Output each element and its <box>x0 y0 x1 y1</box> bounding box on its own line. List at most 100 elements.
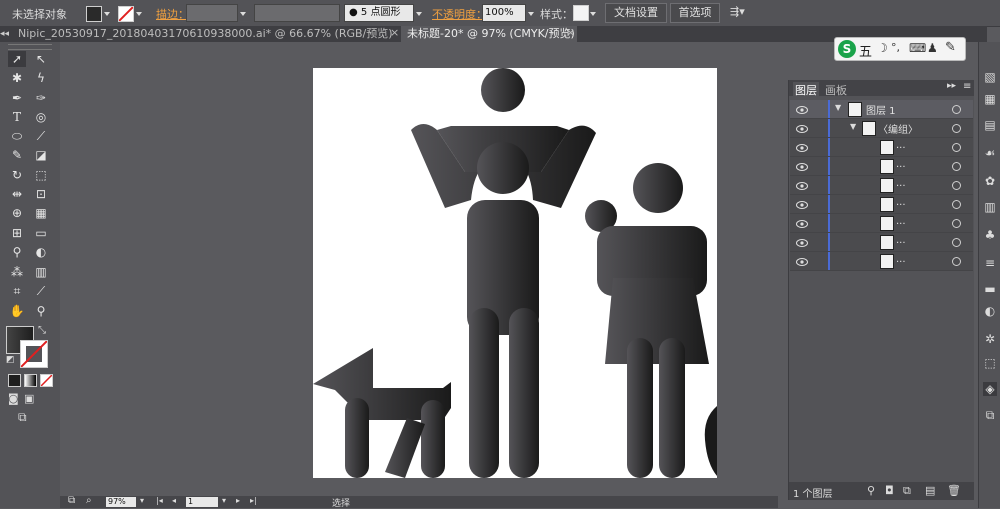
spiral-tool-icon[interactable]: ◎ <box>32 109 50 125</box>
visibility-eye-icon[interactable] <box>796 237 808 247</box>
path-name[interactable]: ... <box>896 254 906 265</box>
visibility-eye-icon[interactable] <box>796 104 808 114</box>
layer-row[interactable]: ▼ 图层 1 <box>790 100 973 119</box>
artboard-tool-icon[interactable]: ⌗ <box>8 283 26 299</box>
path-row[interactable]: ... <box>790 252 973 271</box>
swap-colors-icon[interactable]: ⤡ <box>38 325 46 336</box>
artboard[interactable] <box>313 68 717 478</box>
curvature-tool-icon[interactable]: ✑ <box>32 90 50 106</box>
group-row[interactable]: ▼ 〈编组〉 <box>790 119 973 138</box>
brush-select[interactable]: ● 5 点圆形 <box>344 4 414 22</box>
document-settings-button[interactable]: 文档设置 <box>605 3 667 23</box>
rotate-tool-icon[interactable]: ↻ <box>8 167 26 183</box>
visibility-eye-icon[interactable] <box>796 142 808 152</box>
dog-figure[interactable] <box>313 348 451 478</box>
collapse-panel-icon[interactable]: ▸▸ <box>947 81 956 91</box>
visibility-eye-icon[interactable] <box>796 180 808 190</box>
visibility-eye-icon[interactable] <box>796 218 808 228</box>
pen-tool-icon[interactable]: ✒ <box>8 90 26 106</box>
stroke-label[interactable]: 描边： <box>156 6 189 22</box>
layers-dock-icon[interactable]: ◈ <box>983 382 997 396</box>
woman-figure[interactable] <box>585 163 709 478</box>
expand-toggle-icon[interactable]: ▼ <box>850 122 856 131</box>
tab-layers[interactable]: 图层 <box>793 82 819 98</box>
tab-document-1-close-icon[interactable]: × <box>390 26 399 39</box>
zoom-icon[interactable]: ⌕ <box>86 495 92 506</box>
zoom-tool-icon[interactable]: ⚲ <box>32 303 50 319</box>
gradient-mode-icon[interactable] <box>24 374 37 387</box>
collapse-panels-icon[interactable]: ◂◂ <box>0 26 12 42</box>
hand-tool-icon[interactable]: ✋ <box>8 303 26 319</box>
eraser-tool-icon[interactable]: ◪ <box>32 147 50 163</box>
clipping-mask-icon[interactable]: ◘ <box>885 484 894 497</box>
none-mode-icon[interactable] <box>40 374 53 387</box>
tools-grip[interactable] <box>8 44 52 50</box>
zoom-dropdown-icon[interactable]: ▾ <box>140 496 144 505</box>
new-layer-icon[interactable]: ▤ <box>925 484 935 497</box>
width-tool-icon[interactable]: ⇹ <box>8 186 26 202</box>
visibility-eye-icon[interactable] <box>796 199 808 209</box>
opacity-dropdown-icon[interactable] <box>528 12 534 16</box>
swatches-icon[interactable]: ▤ <box>983 118 997 132</box>
artboard-number-field[interactable]: 1 <box>186 497 218 507</box>
stroke-weight-field[interactable] <box>186 4 238 22</box>
draw-mode-icon[interactable]: ◙ <box>8 392 19 405</box>
color-panel-icon[interactable]: ▧ <box>983 70 997 84</box>
target-circle-icon[interactable] <box>952 105 961 114</box>
brushes-icon[interactable]: ☙ <box>983 146 997 160</box>
target-circle-icon[interactable] <box>952 143 961 152</box>
stroke-color-box[interactable] <box>20 340 48 368</box>
path-row[interactable]: ... <box>790 176 973 195</box>
shape-builder-tool-icon[interactable]: ⊕ <box>8 205 26 221</box>
path-name[interactable]: ... <box>896 159 906 170</box>
opacity-field[interactable]: 100% <box>482 4 526 22</box>
free-transform-tool-icon[interactable]: ⊡ <box>32 186 50 202</box>
variable-width-select[interactable] <box>254 4 340 22</box>
ime-punctuation-icon[interactable]: °, <box>891 41 900 54</box>
last-artboard-icon[interactable]: ▸| <box>250 496 257 505</box>
tab-artboards[interactable]: 画板 <box>825 82 847 98</box>
fill-swatch[interactable] <box>86 6 102 22</box>
color-mode-icon[interactable] <box>8 374 21 387</box>
layer-name[interactable]: 图层 1 <box>866 102 896 117</box>
preferences-button[interactable]: 首选项 <box>670 3 720 23</box>
paintbrush-tool-icon[interactable]: ⟋ <box>32 128 50 144</box>
pencil-tool-icon[interactable]: ✎ <box>8 147 26 163</box>
visibility-eye-icon[interactable] <box>796 161 808 171</box>
blend-tool-icon[interactable]: ◐ <box>32 244 50 260</box>
path-row[interactable]: ... <box>790 138 973 157</box>
path-name[interactable]: ... <box>896 197 906 208</box>
delete-layer-icon[interactable]: 🗑 <box>947 484 961 497</box>
slice-tool-icon[interactable]: ⟋ <box>32 283 50 299</box>
draw-inside-icon[interactable]: ▣ <box>24 392 34 405</box>
path-row[interactable]: ... <box>790 214 973 233</box>
artboards-dock-icon[interactable]: ⧉ <box>983 408 997 422</box>
stroke-panel-icon[interactable]: ≡ <box>983 256 997 270</box>
perspective-grid-tool-icon[interactable]: ▦ <box>32 205 50 221</box>
tab-document-2[interactable]: 未标题-20* @ 97% (CMYK/预览) <box>401 26 577 42</box>
target-circle-icon[interactable] <box>952 257 961 266</box>
target-circle-icon[interactable] <box>952 124 961 133</box>
group-name[interactable]: 〈编组〉 <box>878 121 918 136</box>
magic-wand-tool-icon[interactable]: ✱ <box>8 70 26 86</box>
direct-selection-tool-icon[interactable]: ↖ <box>32 51 50 67</box>
path-row[interactable]: ... <box>790 195 973 214</box>
stroke-weight-dropdown-icon[interactable] <box>240 12 246 16</box>
stroke-swatch[interactable] <box>118 6 134 22</box>
path-name[interactable]: ... <box>896 235 906 246</box>
screen-mode-icon[interactable]: ⧉ <box>18 410 27 425</box>
color-guide-icon[interactable]: ▦ <box>983 92 997 106</box>
tab-document-2-close-icon[interactable]: × <box>566 26 575 39</box>
style-dropdown-icon[interactable] <box>590 12 596 16</box>
path-name[interactable]: ... <box>896 216 906 227</box>
default-colors-icon[interactable]: ◩ <box>6 355 15 365</box>
artwork[interactable] <box>313 68 717 478</box>
new-sublayer-icon[interactable]: ⧉ <box>903 484 911 498</box>
ime-toolbar[interactable]: S 五 ☽ °, ⌨ ♟ ✎ <box>834 37 966 61</box>
arrange-icon[interactable]: ⇶▾ <box>730 5 745 18</box>
eyedropper-tool-icon[interactable]: ⚲ <box>8 244 26 260</box>
expand-toggle-icon[interactable]: ▼ <box>835 103 841 112</box>
visibility-eye-icon[interactable] <box>796 123 808 133</box>
ime-keyboard-icon[interactable]: ⌨ <box>909 41 926 55</box>
new-artboard-icon[interactable]: ⧉ <box>68 495 75 506</box>
